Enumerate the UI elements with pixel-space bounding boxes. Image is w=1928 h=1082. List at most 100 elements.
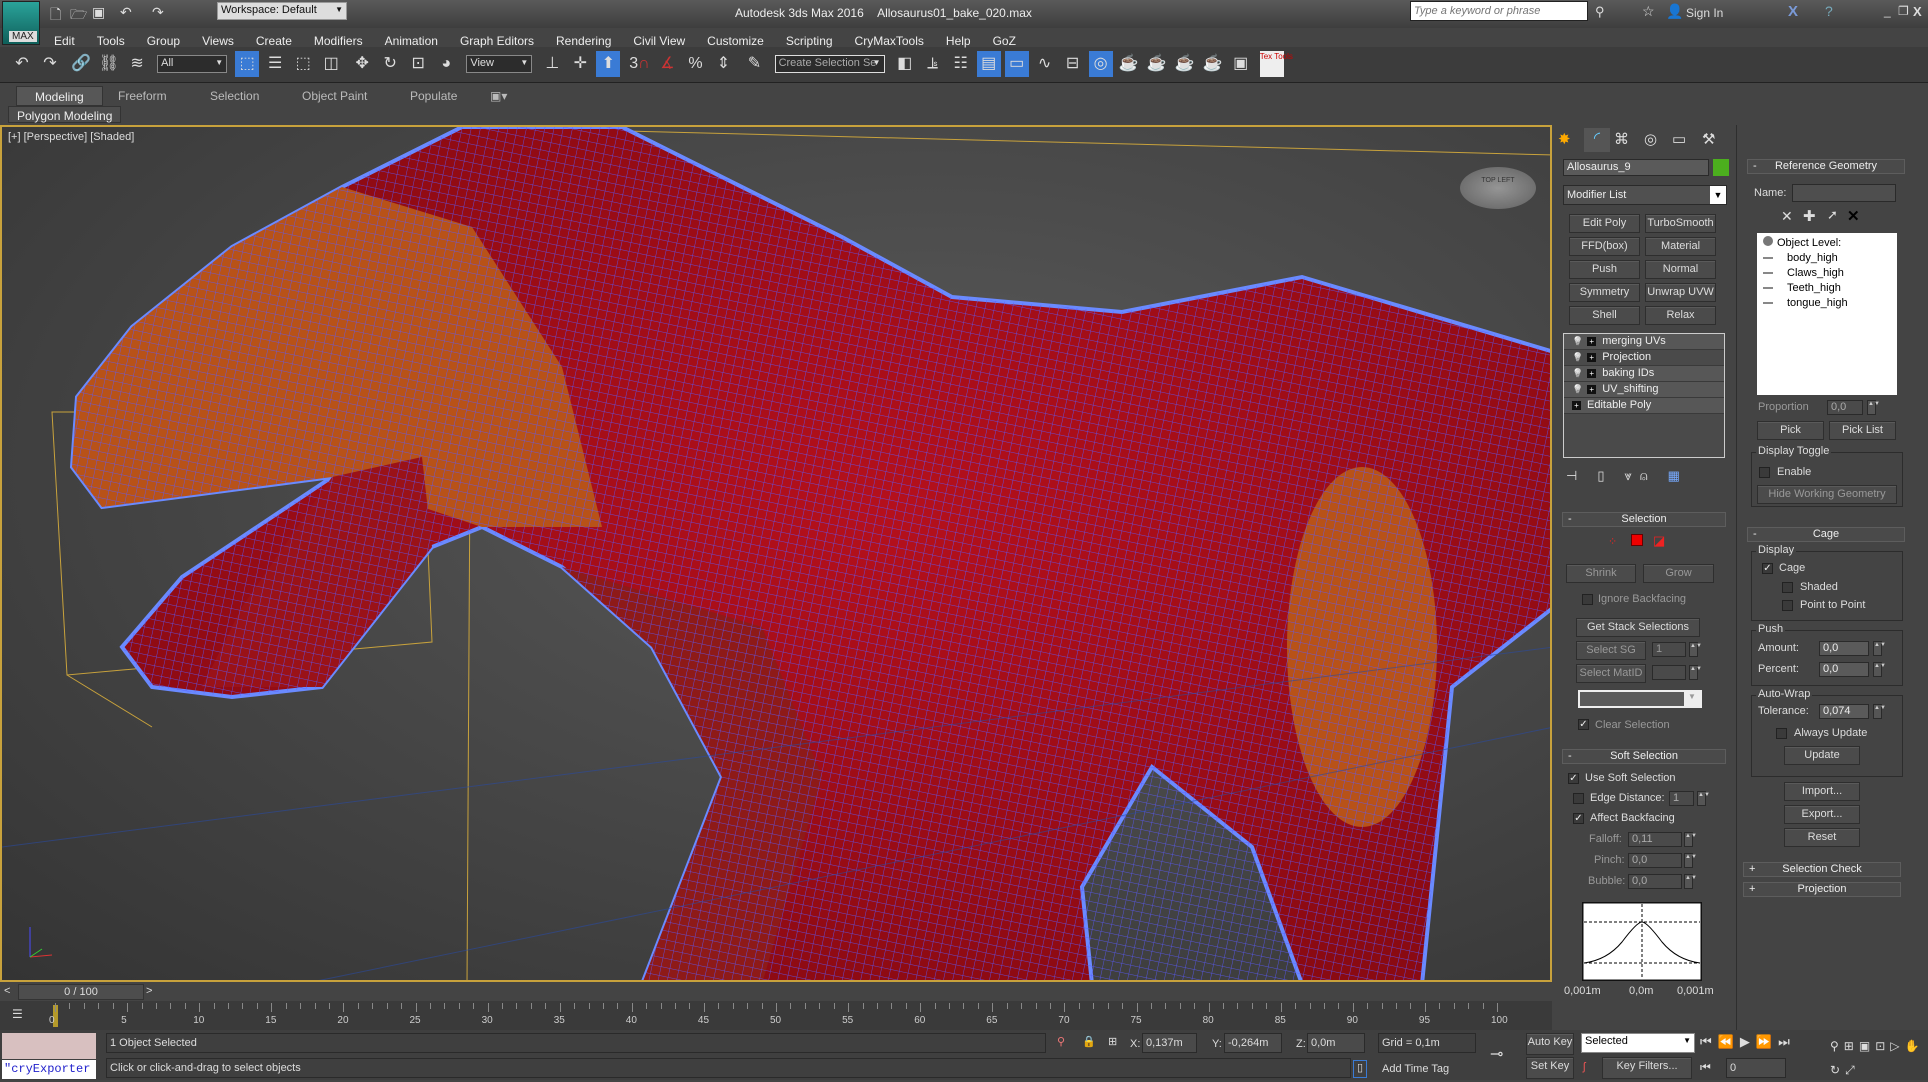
stack-item[interactable]: + Editable Poly bbox=[1564, 398, 1724, 414]
edge-distance-spinner[interactable]: ▲▼ bbox=[1697, 791, 1710, 806]
reset-button[interactable]: Reset bbox=[1784, 828, 1860, 847]
track-bar[interactable]: ☰ 0 5 10 15 20 25 30 35 40 45 50 55 60 65 70 75 80 85 90 95… bbox=[0, 1001, 1552, 1030]
absolute-mode-icon[interactable]: ⊞ bbox=[1108, 1035, 1117, 1048]
import-button[interactable]: Import... bbox=[1784, 782, 1860, 801]
pick-cursor-icon[interactable]: ➚ bbox=[1827, 207, 1838, 223]
pick-list-button[interactable]: Pick List bbox=[1829, 421, 1896, 440]
perspective-viewport[interactable]: [+] [Perspective] [Shaded] TOP LEFT bbox=[0, 125, 1552, 982]
tab-populate[interactable]: Populate bbox=[400, 86, 467, 106]
menu-create[interactable]: Create bbox=[256, 34, 292, 48]
help-icon[interactable]: ? bbox=[1825, 3, 1833, 19]
menu-customize[interactable]: Customize bbox=[707, 34, 764, 48]
scene-explorer-icon[interactable]: ☷ bbox=[949, 51, 973, 77]
z-coordinate-field[interactable]: 0,0m bbox=[1307, 1033, 1365, 1053]
render-production-icon[interactable]: ☕ bbox=[1173, 51, 1197, 77]
ignore-backfacing-checkbox[interactable] bbox=[1582, 594, 1593, 605]
set-key-mode-icon[interactable]: ⊸ bbox=[1490, 1044, 1503, 1064]
utilities-tab-icon[interactable]: ⚒ bbox=[1702, 130, 1715, 148]
key-curve-icon[interactable]: ʃ bbox=[1583, 1061, 1585, 1073]
bubble-field[interactable]: 0,0 bbox=[1628, 874, 1682, 889]
menu-civil-view[interactable]: Civil View bbox=[633, 34, 685, 48]
expand-icon[interactable]: + bbox=[1587, 385, 1597, 394]
polygon-modeling-panel[interactable]: Polygon Modeling bbox=[8, 106, 122, 123]
motion-tab-icon[interactable]: ◎ bbox=[1644, 130, 1657, 148]
proportion-spinner[interactable]: ▲▼ bbox=[1867, 400, 1880, 415]
select-sg-button[interactable]: Select SG bbox=[1576, 641, 1646, 660]
export-button[interactable]: Export... bbox=[1784, 805, 1860, 824]
reference-geometry-header[interactable]: - Reference Geometry bbox=[1747, 159, 1905, 174]
minimize-button[interactable]: _ bbox=[1884, 4, 1891, 18]
modifier-button-ffd-box-[interactable]: FFD(box) bbox=[1569, 237, 1640, 256]
falloff-spinner[interactable]: ▲▼ bbox=[1684, 832, 1697, 847]
selection-check-rollout-header[interactable]: + Selection Check bbox=[1743, 862, 1901, 877]
add-icon[interactable]: ✚ bbox=[1803, 207, 1816, 225]
get-stack-selections-button[interactable]: Get Stack Selections bbox=[1576, 618, 1700, 637]
show-end-result-icon[interactable]: ▯ bbox=[1597, 468, 1604, 483]
tab-freeform[interactable]: Freeform bbox=[108, 86, 177, 106]
stack-item[interactable]: 💡 + merging UVs bbox=[1564, 334, 1724, 350]
menu-views[interactable]: Views bbox=[202, 34, 234, 48]
time-slider[interactable]: < 0 / 100 > bbox=[0, 983, 1552, 1001]
named-selection-sets-dropdown[interactable]: Create Selection Se bbox=[774, 55, 885, 73]
toggle-ribbon-icon[interactable]: ▭ bbox=[1004, 51, 1029, 77]
render-window-icon[interactable]: ▣ bbox=[1229, 51, 1253, 77]
modifier-button-unwrap-uvw[interactable]: Unwrap UVW bbox=[1645, 283, 1716, 302]
spinner-snap-icon[interactable]: ⇕ bbox=[711, 51, 735, 77]
rect-selection-icon[interactable]: ⬚ bbox=[291, 51, 315, 77]
pinch-field[interactable]: 0,0 bbox=[1628, 853, 1682, 868]
cage-checkbox[interactable]: ✓ bbox=[1762, 563, 1773, 574]
menu-goz[interactable]: GoZ bbox=[993, 34, 1016, 48]
edge-distance-field[interactable]: 1 bbox=[1669, 791, 1694, 806]
stack-item[interactable]: 💡 + Projection bbox=[1564, 350, 1724, 366]
reference-object-item[interactable]: tongue_high bbox=[1763, 297, 1891, 309]
prev-frame-arrow[interactable]: < bbox=[4, 985, 10, 997]
pin-stack-icon[interactable]: ⊣ bbox=[1566, 468, 1577, 483]
user-icon[interactable]: 👤 bbox=[1666, 3, 1683, 20]
scale-icon[interactable]: ⊡ bbox=[406, 51, 430, 77]
star-icon[interactable]: ☆ bbox=[1642, 3, 1655, 20]
menu-tools[interactable]: Tools bbox=[97, 34, 125, 48]
clear-selection-checkbox[interactable]: ✓ bbox=[1578, 719, 1589, 730]
modifier-button-edit-poly[interactable]: Edit Poly bbox=[1569, 214, 1640, 233]
modifier-toggle-icon[interactable]: 💡 bbox=[1572, 368, 1583, 378]
menu-crymaxtools[interactable]: CryMaxTools bbox=[855, 34, 924, 48]
y-coordinate-field[interactable]: -0,264m bbox=[1224, 1033, 1282, 1053]
next-key-icon[interactable]: ⏩ bbox=[1756, 1034, 1778, 1049]
unlink-icon[interactable]: ⛓ bbox=[97, 51, 121, 77]
tab-selection[interactable]: Selection bbox=[200, 86, 269, 106]
add-time-tag[interactable]: Add Time Tag bbox=[1382, 1063, 1449, 1075]
schematic-view-icon[interactable]: ⊟ bbox=[1061, 51, 1085, 77]
reference-object-item[interactable]: body_high bbox=[1763, 252, 1891, 264]
cage-rollout-header[interactable]: - Cage bbox=[1747, 527, 1905, 542]
workspace-dropdown[interactable]: Workspace: Default bbox=[217, 2, 347, 20]
selection-lock-icon[interactable]: 🔒 bbox=[1082, 1035, 1096, 1048]
bind-space-warp-icon[interactable]: ≋ bbox=[125, 51, 149, 77]
select-manipulate-icon[interactable]: ✛ bbox=[568, 51, 592, 77]
reference-name-field[interactable] bbox=[1792, 184, 1896, 202]
expand-icon[interactable]: + bbox=[1587, 337, 1597, 346]
clear-all-icon[interactable]: ✕ bbox=[1847, 207, 1860, 225]
hide-working-geometry-button[interactable]: Hide Working Geometry bbox=[1757, 485, 1897, 504]
percent-field[interactable]: 0,0 bbox=[1819, 662, 1869, 677]
render-iterative-icon[interactable]: ☕ bbox=[1201, 51, 1225, 77]
enable-checkbox[interactable] bbox=[1759, 467, 1770, 478]
maximize-viewport-icon[interactable]: ⤢ bbox=[1845, 1063, 1860, 1077]
undo-icon[interactable]: ↶ bbox=[10, 51, 34, 77]
texttools-icon[interactable]: Tex Tools bbox=[1259, 51, 1293, 77]
isolate-selection-icon[interactable]: ⚲ bbox=[1057, 1035, 1065, 1048]
reference-coordinate-dropdown[interactable]: View bbox=[466, 55, 533, 73]
remove-icon[interactable]: ✕ bbox=[1781, 208, 1793, 225]
material-name-dropdown[interactable]: ▼ bbox=[1578, 690, 1702, 708]
modifier-button-symmetry[interactable]: Symmetry bbox=[1569, 283, 1640, 302]
expand-icon[interactable]: + bbox=[1572, 401, 1581, 410]
stack-item[interactable]: 💡 + UV_shifting bbox=[1564, 382, 1724, 398]
modify-tab-icon[interactable]: ◜ bbox=[1584, 128, 1610, 152]
play-icon[interactable]: ▶ bbox=[1740, 1034, 1756, 1049]
face-icon[interactable] bbox=[1631, 534, 1643, 546]
zoom-extents-all-icon[interactable]: ⊡ bbox=[1875, 1039, 1890, 1053]
modifier-button-normal[interactable]: Normal bbox=[1645, 260, 1716, 279]
redo-icon[interactable]: ↷ bbox=[152, 4, 164, 21]
reference-object-item[interactable]: Teeth_high bbox=[1763, 282, 1891, 294]
zoom-all-icon[interactable]: ⊞ bbox=[1844, 1039, 1859, 1053]
redo-icon[interactable]: ↷ bbox=[38, 51, 62, 77]
